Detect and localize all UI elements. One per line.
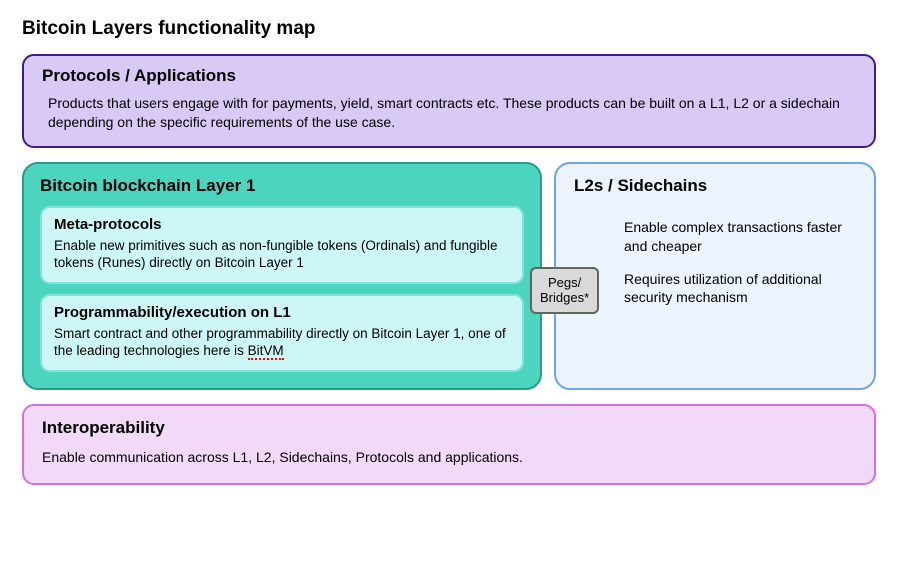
layer1-title: Bitcoin blockchain Layer 1 (40, 176, 524, 196)
protocols-applications-box: Protocols / Applications Products that u… (22, 54, 876, 148)
programmability-title: Programmability/execution on L1 (54, 304, 510, 321)
protocols-description: Products that users engage with for paym… (42, 94, 856, 132)
l2-title: L2s / Sidechains (574, 176, 856, 196)
l2-desc-line2: Requires utilization of additional secur… (624, 270, 856, 308)
bitcoin-layer1-box: Bitcoin blockchain Layer 1 Meta-protocol… (22, 162, 542, 390)
meta-protocols-box: Meta-protocols Enable new primitives suc… (40, 206, 524, 284)
pegs-line2: Bridges* (540, 290, 589, 305)
interoperability-box: Interoperability Enable communication ac… (22, 404, 876, 485)
meta-protocols-description: Enable new primitives such as non-fungib… (54, 237, 510, 272)
pegs-line1: Pegs/ (548, 275, 581, 290)
page-title: Bitcoin Layers functionality map (22, 18, 876, 40)
protocols-title: Protocols / Applications (42, 66, 856, 86)
interoperability-title: Interoperability (42, 418, 856, 438)
pegs-bridges-node: Pegs/ Bridges* (530, 267, 599, 314)
l2-sidechains-box: L2s / Sidechains Enable complex transact… (554, 162, 876, 390)
programmability-description: Smart contract and other programmability… (54, 325, 510, 360)
l2-desc-line1: Enable complex transactions faster and c… (624, 218, 856, 256)
middle-row: Bitcoin blockchain Layer 1 Meta-protocol… (22, 162, 876, 390)
programmability-desc-term: BitVM (248, 343, 284, 360)
interoperability-description: Enable communication across L1, L2, Side… (42, 448, 856, 467)
meta-protocols-title: Meta-protocols (54, 216, 510, 233)
l2-description: Enable complex transactions faster and c… (574, 218, 856, 308)
programmability-box: Programmability/execution on L1 Smart co… (40, 294, 524, 372)
